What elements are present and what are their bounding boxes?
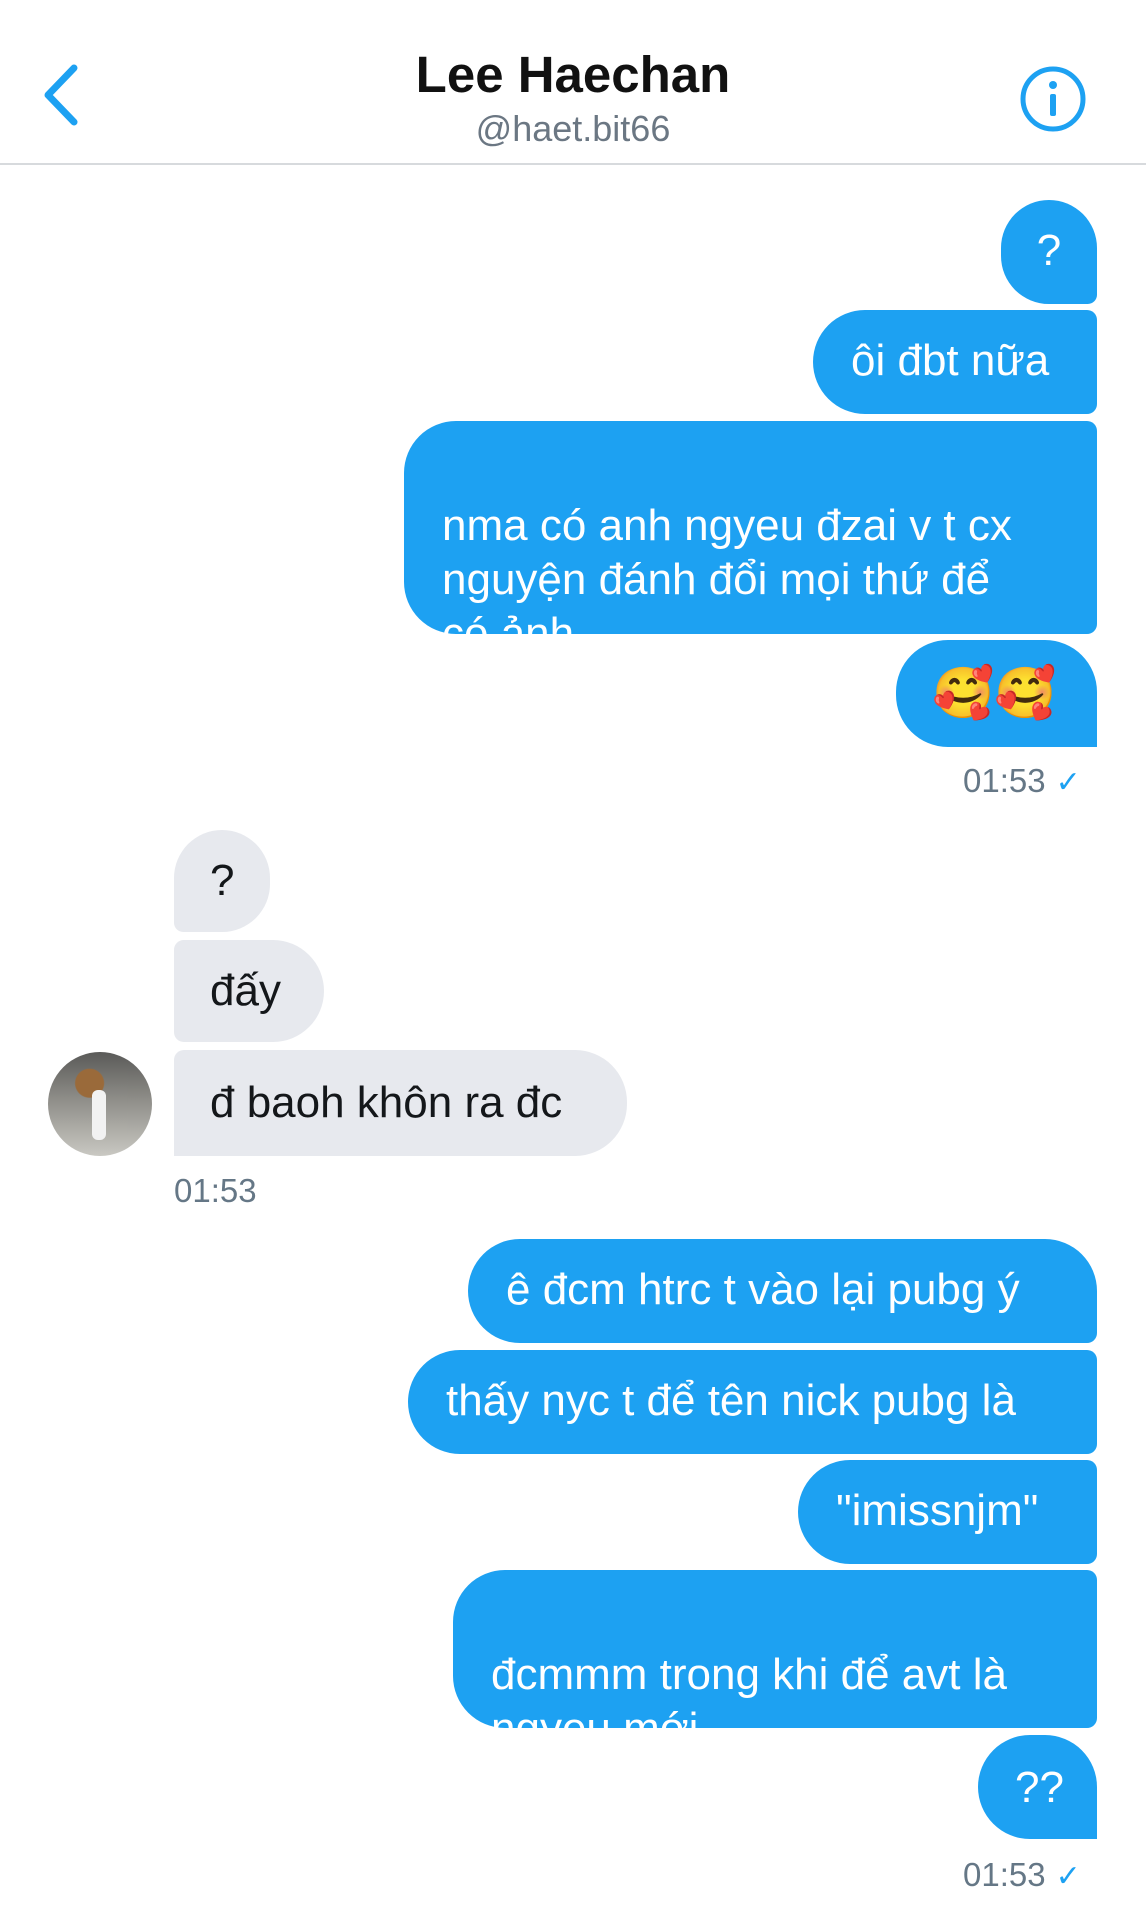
read-check-icon: ✓ <box>1055 766 1081 799</box>
contact-name: Lee Haechan <box>415 46 731 103</box>
outgoing-message[interactable]: thấy nyc t để tên nick pubg là <box>408 1350 1097 1454</box>
contact-handle: @haet.bit66 <box>475 108 671 149</box>
message-timestamp: 01:53 ✓ <box>963 762 1081 799</box>
outgoing-message[interactable]: "imissnjm" <box>798 1460 1097 1564</box>
incoming-message[interactable]: ? <box>174 830 270 932</box>
outgoing-message[interactable]: nma có anh ngyeu đzai v t cx nguyện đánh… <box>404 421 1097 658</box>
message-timestamp: 01:53 <box>174 1172 257 1209</box>
outgoing-message[interactable]: đcmmm trong khi để avt là ngyeu mới <box>453 1570 1097 1753</box>
outgoing-message[interactable]: ôi đbt nữa <box>813 310 1097 414</box>
read-check-icon: ✓ <box>1055 1860 1081 1893</box>
incoming-message[interactable]: đ baoh khôn ra đc <box>174 1050 627 1156</box>
smiling-face-with-hearts-emoji: 🥰🥰 <box>932 665 1057 721</box>
conversation-header: Lee Haechan @haet.bit66 <box>0 0 1146 165</box>
message-timestamp: 01:53 ✓ <box>963 1856 1081 1893</box>
outgoing-message[interactable]: ê đcm htrc t vào lại pubg ý <box>468 1239 1097 1343</box>
outgoing-message[interactable]: ?? <box>978 1735 1097 1839</box>
outgoing-message[interactable]: 🥰🥰 <box>896 640 1097 747</box>
info-icon[interactable] <box>1018 64 1088 134</box>
incoming-message[interactable]: đấy <box>174 940 324 1042</box>
outgoing-message[interactable]: ? <box>1001 200 1097 304</box>
contact-avatar[interactable] <box>48 1052 152 1156</box>
